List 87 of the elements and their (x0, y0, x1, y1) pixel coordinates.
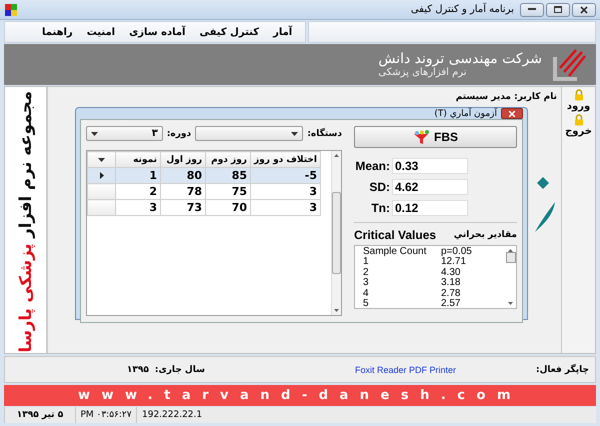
menu-item[interactable]: آماده سازی (122, 24, 192, 40)
period-dropdown[interactable]: ۳ (86, 126, 163, 141)
year-value: ۱۳۹۵ (126, 364, 149, 374)
stat-label: Mean: (354, 159, 390, 173)
table-cell: 78 (160, 184, 206, 200)
menu-item[interactable]: کنترل کیفی (192, 24, 266, 40)
status-text: ۵ تیر ۱۳۹۵ (16, 410, 64, 420)
fbs-button[interactable]: FBS (354, 126, 517, 148)
column-header[interactable]: روز اول (160, 152, 206, 168)
maximize-icon (554, 6, 562, 13)
list-cell-text: 3 (363, 278, 370, 289)
menu-item[interactable]: راهنما (35, 24, 80, 40)
caret-icon (291, 132, 298, 136)
menu-item[interactable]: امنیت (80, 24, 122, 40)
table-cell: 70 (206, 200, 250, 216)
list-cell: 12.71 (441, 257, 466, 268)
brush-stroke-drawing (535, 177, 555, 232)
close-icon (509, 110, 515, 116)
list-cell-text: 1 (363, 257, 369, 268)
app-logo-icon (4, 2, 18, 16)
printer-label: چاپگر فعال: (536, 364, 589, 374)
caret-icon (91, 132, 98, 136)
list-cell-text: 5 (363, 299, 370, 308)
company-subtitle: نرم افزارهای پزشکی (378, 67, 467, 78)
scroll-down-icon (334, 309, 339, 312)
minimize-icon (528, 8, 536, 11)
row-selector[interactable] (88, 168, 116, 184)
column-header[interactable]: نمونه (116, 152, 160, 168)
maximize-button[interactable] (546, 2, 570, 16)
table-cell: 73 (160, 200, 206, 216)
sidebar-item[interactable]: ورود (566, 101, 590, 112)
table-cell: 3 (250, 200, 320, 216)
website-url: www.tarvand-danesh.com (78, 388, 522, 403)
period-label: دوره: (166, 128, 192, 138)
scroll-down-icon (508, 302, 513, 305)
section-title: Critical Values (354, 228, 436, 242)
lock-icon (574, 114, 584, 126)
list-cell: 3.18 (441, 278, 460, 289)
stat-label: Tn: (370, 201, 390, 215)
stat-label: SD: (368, 180, 390, 194)
list-cell-text: 4 (363, 288, 370, 299)
vertical-title: مجموعه نرم افزار (16, 91, 35, 238)
column-header[interactable]: روز دوم (206, 152, 250, 168)
scroll-thumb[interactable] (332, 192, 341, 274)
company-name: شرکت مهندسی تروند دانش (378, 51, 542, 67)
window-title: برنامه آمار و کنترل کیفی (410, 4, 514, 15)
table-cell: 80 (160, 168, 206, 184)
vertical-title: پزشکی پارسا (16, 243, 35, 352)
table-cell: 85 (206, 168, 250, 184)
table-cell: 3 (250, 184, 320, 200)
stat-field[interactable]: 4.62 (392, 179, 468, 195)
close-button[interactable] (572, 2, 596, 16)
row-pointer-icon (100, 172, 104, 179)
list-cell-text: 2.78 (441, 288, 460, 299)
list-header: p=0.05 (441, 247, 472, 258)
device-dropdown[interactable] (195, 126, 304, 141)
status-text: 192.222.22.1 (142, 410, 202, 420)
caret-icon (98, 158, 105, 162)
table-cell: -5 (250, 168, 320, 184)
device-label: دستگاه: (307, 128, 342, 138)
stat-field[interactable]: 0.12 (392, 200, 468, 216)
column-header[interactable]: اختلاف دو روز (250, 152, 320, 168)
year-label: سال جاری: (154, 364, 205, 374)
user-label: نام کاربر: مدیر سیستم (456, 92, 557, 102)
lock-icon (574, 89, 584, 101)
list-cell: 2.57 (441, 299, 460, 308)
close-button[interactable] (501, 108, 523, 119)
minimize-button[interactable] (520, 2, 544, 16)
table-cell: 75 (206, 184, 250, 200)
stat-field[interactable]: 0.33 (392, 158, 468, 174)
section-title: مقادير بحراني (454, 230, 517, 240)
column-menu-button[interactable] (88, 152, 116, 168)
list-header: Sample Count (363, 247, 428, 258)
scroll-thumb[interactable] (506, 252, 516, 263)
status-text: PM ۰۳:۵۶:۲۷ (80, 410, 132, 420)
dialog-title: آزمون آماري (T) (434, 108, 497, 118)
sidebar-item[interactable]: خروج (565, 126, 592, 137)
list-cell-text: 4.30 (441, 268, 460, 278)
company-logo (552, 48, 586, 82)
menu-item[interactable]: آمار (266, 24, 300, 40)
list-cell-text: 2 (363, 268, 370, 278)
funnel-icon (413, 130, 431, 144)
close-icon (580, 6, 588, 14)
scroll-up-icon (334, 154, 339, 157)
table-cell: 1 (116, 168, 160, 184)
printer-name: Foxit Reader PDF Printer (354, 364, 456, 374)
scrollbar[interactable] (331, 151, 341, 315)
